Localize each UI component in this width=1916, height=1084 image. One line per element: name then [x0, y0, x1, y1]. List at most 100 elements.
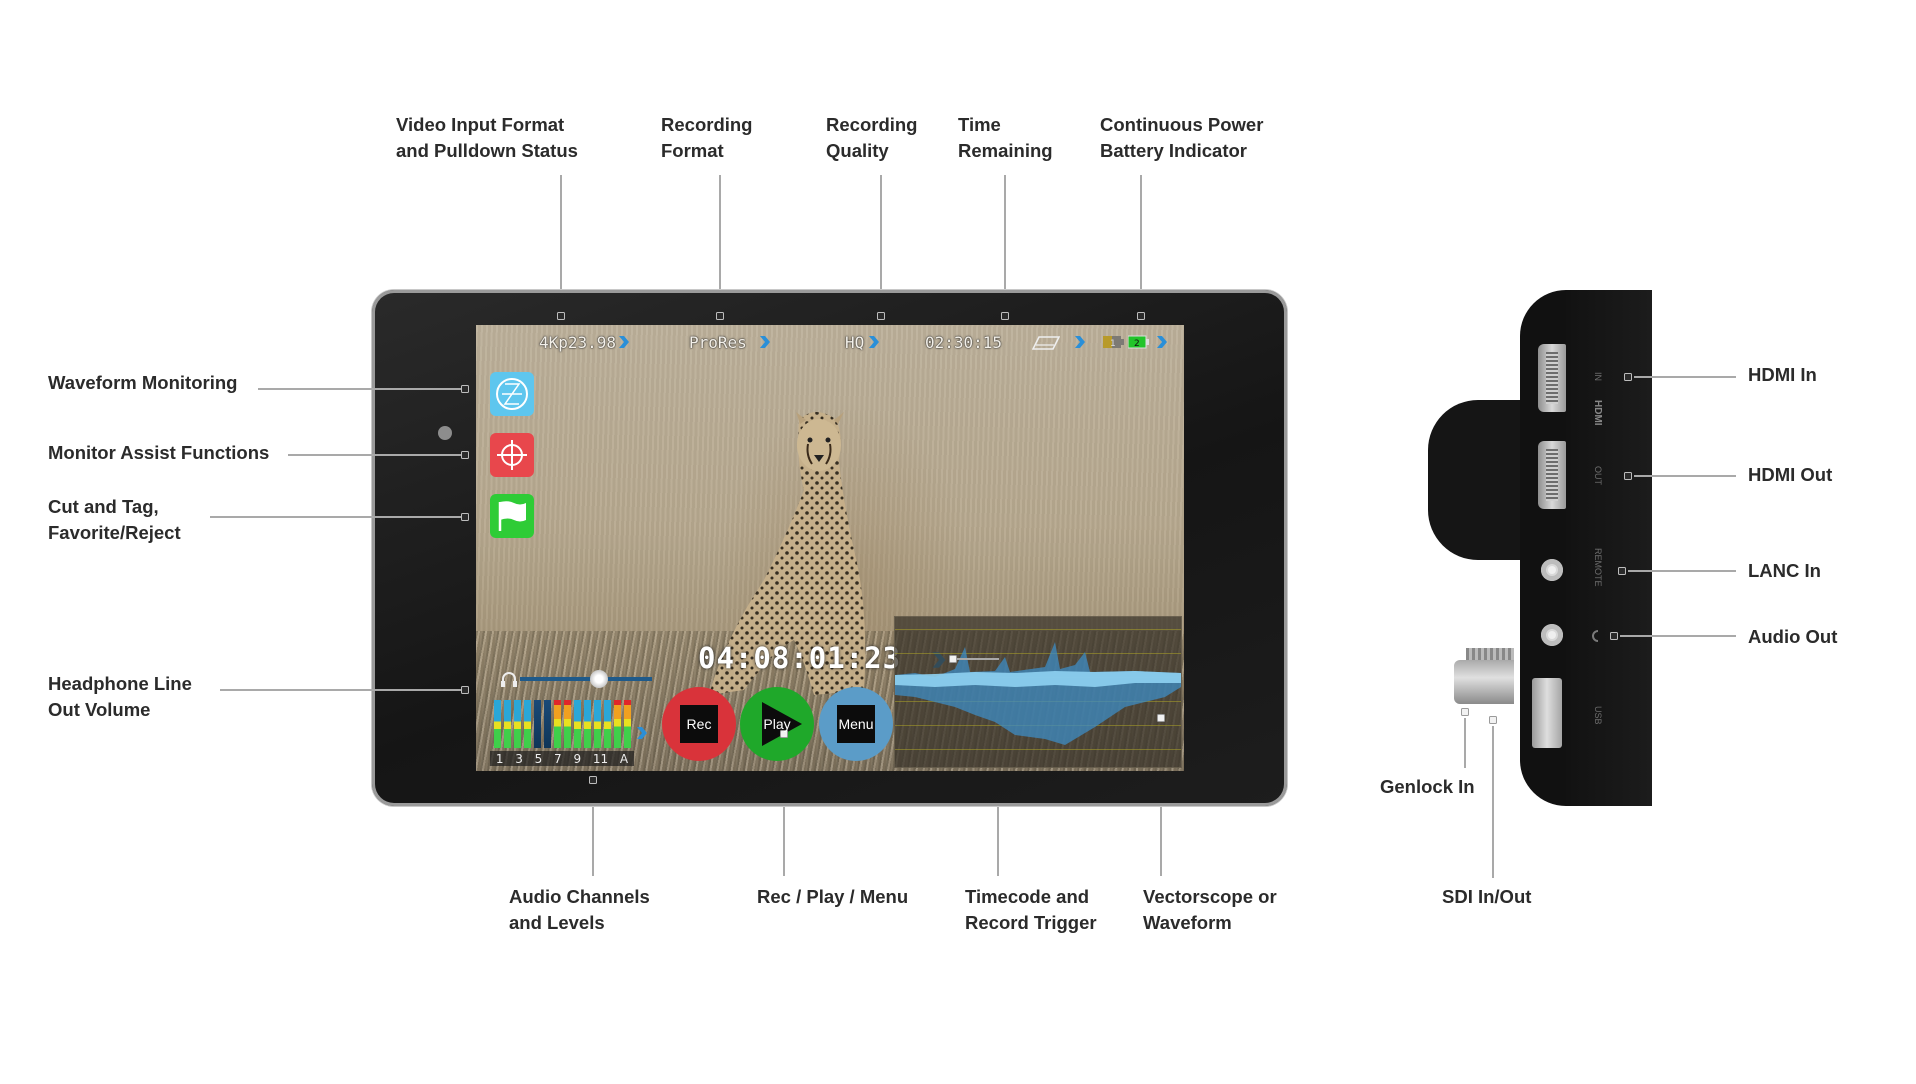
callout-line1: Video Input Format — [396, 114, 565, 135]
callout-anchor — [461, 686, 469, 694]
audio-out-jack — [1541, 624, 1563, 646]
audio-meter-bar — [584, 700, 591, 748]
chevron-right-icon[interactable] — [636, 726, 648, 740]
audio-meter-bar — [504, 700, 511, 748]
audio-meter-bar — [604, 700, 611, 748]
time-remaining-readout[interactable]: 02:30:15 — [925, 333, 1002, 352]
audio-meter-bar — [574, 700, 581, 748]
leader-line — [1620, 635, 1736, 637]
channel-label: 7 — [554, 751, 562, 766]
waveform-scope-icon — [496, 378, 528, 410]
callout-line2: Record Trigger — [965, 912, 1097, 933]
disk-drive-icon — [1031, 336, 1061, 355]
callout-line2: Format — [661, 140, 724, 161]
callout-monitor-assist: Monitor Assist Functions — [48, 440, 269, 466]
cut-and-tag-button[interactable] — [490, 494, 534, 538]
side-label-out: OUT — [1593, 466, 1603, 485]
battery-2-icon: 2 — [1127, 335, 1150, 354]
callout-line1: Recording — [826, 114, 918, 135]
audio-meter-bar — [514, 700, 521, 748]
headphone-icon — [1588, 628, 1602, 649]
rec-button[interactable]: Rec — [662, 687, 736, 761]
leader-line — [210, 516, 464, 518]
callout-line2: Favorite/Reject — [48, 522, 181, 543]
hdmi-in-port — [1538, 344, 1566, 412]
input-format-readout[interactable]: 4Kp23.98 — [539, 333, 616, 352]
side-label-hdmi: HDMI — [1592, 400, 1603, 426]
audio-channel-labels: 1 3 5 7 9 11 A — [490, 751, 634, 766]
chevron-right-icon[interactable] — [1156, 335, 1168, 349]
menu-button[interactable]: Menu — [819, 687, 893, 761]
audio-meter-bar — [564, 700, 571, 748]
monitor-assist-button[interactable] — [490, 433, 534, 477]
callout-line1: Timecode and — [965, 886, 1090, 907]
callout-line1: Waveform Monitoring — [48, 372, 238, 393]
side-label-in: IN — [1593, 372, 1603, 381]
touchscreen-display[interactable]: 4Kp23.98 ProRes HQ 02:30:15 1 2 04:08:01… — [476, 325, 1184, 771]
waveform-scope-panel[interactable] — [894, 616, 1182, 768]
callout-hdmi-out: HDMI Out — [1748, 462, 1832, 488]
callout-line1: Audio Channels — [509, 886, 650, 907]
callout-line2: Quality — [826, 140, 889, 161]
callout-line1: Cut and Tag, — [48, 496, 159, 517]
flag-icon — [498, 501, 526, 531]
callout-audio-out: Audio Out — [1748, 624, 1837, 650]
chevron-right-icon[interactable] — [759, 335, 771, 349]
callout-anchor — [461, 385, 469, 393]
leader-line — [1634, 475, 1736, 477]
chevron-right-icon[interactable] — [1074, 335, 1086, 349]
audio-levels-panel[interactable]: 1 3 5 7 9 11 A — [490, 670, 660, 766]
channel-label: 3 — [515, 751, 523, 766]
leader-line — [220, 689, 464, 691]
callout-cut-and-tag: Cut and Tag, Favorite/Reject — [48, 494, 181, 546]
chevron-right-icon[interactable] — [618, 335, 630, 349]
waveform-monitoring-button[interactable] — [490, 372, 534, 416]
callout-line1: Vectorscope or — [1143, 886, 1277, 907]
callout-line2: Battery Indicator — [1100, 140, 1248, 161]
headphone-icon — [501, 672, 517, 687]
callout-rec-play-menu: Rec / Play / Menu — [757, 884, 908, 910]
callout-line1: Time — [958, 114, 1001, 135]
audio-meter-bar — [544, 700, 551, 748]
headphone-volume-knob[interactable] — [590, 670, 609, 688]
menu-label: Menu — [837, 705, 875, 743]
lanc-remote-jack — [1541, 559, 1563, 581]
callout-headphone-volume: Headphone Line Out Volume — [48, 671, 192, 723]
callout-anchor — [1610, 632, 1618, 640]
callout-anchor — [949, 655, 957, 663]
callout-anchor — [716, 312, 724, 320]
leader-line — [258, 388, 464, 390]
rec-label: Rec — [680, 705, 718, 743]
callout-line1: Rec / Play / Menu — [757, 886, 909, 907]
recording-quality-readout[interactable]: HQ — [845, 333, 864, 352]
callout-line2: and Levels — [509, 912, 605, 933]
leader-line — [288, 454, 464, 456]
chevron-right-icon[interactable] — [868, 335, 880, 349]
callout-line1: Audio Out — [1748, 626, 1838, 647]
play-button[interactable]: Play — [740, 687, 814, 761]
channel-label: 11 — [592, 751, 609, 766]
headphone-volume-slider[interactable] — [520, 670, 652, 688]
timecode-display[interactable]: 04:08:01:23 — [698, 641, 901, 675]
callout-line1: LANC In — [1748, 560, 1821, 581]
callout-line1: Headphone Line — [48, 673, 192, 694]
callout-line1: HDMI Out — [1748, 464, 1833, 485]
leader-line — [1464, 718, 1466, 768]
audio-meter-bar — [524, 700, 531, 748]
callout-recording-quality: Recording Quality — [826, 112, 917, 164]
callout-anchor — [1489, 716, 1497, 724]
side-panel-face — [1566, 290, 1652, 806]
leader-line — [1628, 570, 1736, 572]
side-label-usb: USB — [1593, 706, 1603, 725]
callout-line2: and Pulldown Status — [396, 140, 578, 161]
callout-line1: HDMI In — [1748, 364, 1817, 385]
callout-line2: Waveform — [1143, 912, 1232, 933]
audio-meter-bar — [614, 700, 621, 748]
waveform-trace — [895, 642, 1181, 745]
battery-1-icon: 1 — [1103, 335, 1125, 354]
callout-genlock-in: Genlock In — [1380, 774, 1475, 800]
recording-format-readout[interactable]: ProRes — [689, 333, 747, 352]
callout-anchor — [1624, 373, 1632, 381]
callout-anchor — [461, 451, 469, 459]
svg-text:2: 2 — [1134, 339, 1140, 349]
